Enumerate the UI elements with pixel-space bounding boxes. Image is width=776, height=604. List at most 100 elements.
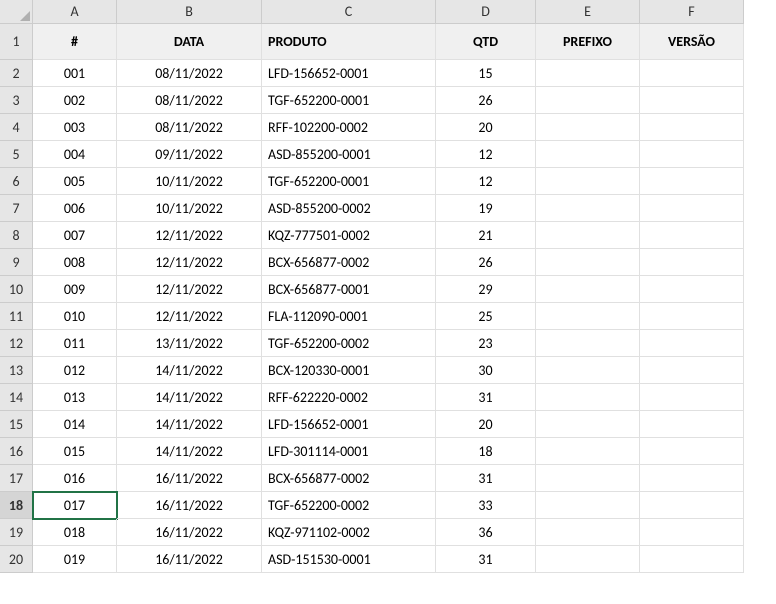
cell-E16[interactable] xyxy=(536,438,640,465)
cell-C14[interactable]: RFF-622220-0002 xyxy=(262,384,436,411)
cell-B3[interactable]: 08/11/2022 xyxy=(117,87,262,114)
cell-B7[interactable]: 10/11/2022 xyxy=(117,195,262,222)
cell-F10[interactable] xyxy=(640,276,744,303)
cell-C19[interactable]: KQZ-971102-0002 xyxy=(262,519,436,546)
cell-A9[interactable]: 008 xyxy=(33,249,117,276)
cell-F2[interactable] xyxy=(640,60,744,87)
cell-C7[interactable]: ASD-855200-0002 xyxy=(262,195,436,222)
row-header-9[interactable]: 9 xyxy=(0,249,33,276)
header-cell-E[interactable]: PREFIXO xyxy=(536,24,640,60)
cell-E15[interactable] xyxy=(536,411,640,438)
cell-C18[interactable]: TGF-652200-0002 xyxy=(262,492,436,519)
cell-D15[interactable]: 20 xyxy=(436,411,536,438)
cell-B13[interactable]: 14/11/2022 xyxy=(117,357,262,384)
cell-F15[interactable] xyxy=(640,411,744,438)
cell-C16[interactable]: LFD-301114-0001 xyxy=(262,438,436,465)
cell-D7[interactable]: 19 xyxy=(436,195,536,222)
row-header-16[interactable]: 16 xyxy=(0,438,33,465)
row-header-4[interactable]: 4 xyxy=(0,114,33,141)
header-cell-B[interactable]: DATA xyxy=(117,24,262,60)
cell-B9[interactable]: 12/11/2022 xyxy=(117,249,262,276)
cell-E19[interactable] xyxy=(536,519,640,546)
cell-C17[interactable]: BCX-656877-0002 xyxy=(262,465,436,492)
cell-E5[interactable] xyxy=(536,141,640,168)
cell-C11[interactable]: FLA-112090-0001 xyxy=(262,303,436,330)
cell-E14[interactable] xyxy=(536,384,640,411)
cell-B5[interactable]: 09/11/2022 xyxy=(117,141,262,168)
cell-F9[interactable] xyxy=(640,249,744,276)
cell-E3[interactable] xyxy=(536,87,640,114)
cell-E6[interactable] xyxy=(536,168,640,195)
cell-A15[interactable]: 014 xyxy=(33,411,117,438)
column-header-F[interactable]: F xyxy=(640,0,744,24)
cell-F11[interactable] xyxy=(640,303,744,330)
cell-E2[interactable] xyxy=(536,60,640,87)
cell-B17[interactable]: 16/11/2022 xyxy=(117,465,262,492)
cell-B2[interactable]: 08/11/2022 xyxy=(117,60,262,87)
cell-E17[interactable] xyxy=(536,465,640,492)
cell-A20[interactable]: 019 xyxy=(33,546,117,573)
cell-F4[interactable] xyxy=(640,114,744,141)
cell-D16[interactable]: 18 xyxy=(436,438,536,465)
cell-B20[interactable]: 16/11/2022 xyxy=(117,546,262,573)
cell-B19[interactable]: 16/11/2022 xyxy=(117,519,262,546)
cell-E7[interactable] xyxy=(536,195,640,222)
cell-E10[interactable] xyxy=(536,276,640,303)
cell-C10[interactable]: BCX-656877-0001 xyxy=(262,276,436,303)
cell-C12[interactable]: TGF-652200-0002 xyxy=(262,330,436,357)
cell-F8[interactable] xyxy=(640,222,744,249)
column-header-C[interactable]: C xyxy=(262,0,436,24)
cell-B10[interactable]: 12/11/2022 xyxy=(117,276,262,303)
cell-C2[interactable]: LFD-156652-0001 xyxy=(262,60,436,87)
cell-A18[interactable]: 017 xyxy=(33,492,117,519)
cell-D4[interactable]: 20 xyxy=(436,114,536,141)
cell-A7[interactable]: 006 xyxy=(33,195,117,222)
row-header-20[interactable]: 20 xyxy=(0,546,33,573)
cell-A12[interactable]: 011 xyxy=(33,330,117,357)
cell-C5[interactable]: ASD-855200-0001 xyxy=(262,141,436,168)
row-header-5[interactable]: 5 xyxy=(0,141,33,168)
select-all-corner[interactable] xyxy=(0,0,33,24)
row-header-12[interactable]: 12 xyxy=(0,330,33,357)
cell-C8[interactable]: KQZ-777501-0002 xyxy=(262,222,436,249)
cell-D14[interactable]: 31 xyxy=(436,384,536,411)
cell-D10[interactable]: 29 xyxy=(436,276,536,303)
cell-D6[interactable]: 12 xyxy=(436,168,536,195)
cell-F7[interactable] xyxy=(640,195,744,222)
cell-F16[interactable] xyxy=(640,438,744,465)
row-header-3[interactable]: 3 xyxy=(0,87,33,114)
row-header-18[interactable]: 18 xyxy=(0,492,33,519)
cell-D12[interactable]: 23 xyxy=(436,330,536,357)
cell-A4[interactable]: 003 xyxy=(33,114,117,141)
cell-F13[interactable] xyxy=(640,357,744,384)
cell-D18[interactable]: 33 xyxy=(436,492,536,519)
row-header-15[interactable]: 15 xyxy=(0,411,33,438)
cell-B15[interactable]: 14/11/2022 xyxy=(117,411,262,438)
cell-D11[interactable]: 25 xyxy=(436,303,536,330)
cell-E12[interactable] xyxy=(536,330,640,357)
cell-C4[interactable]: RFF-102200-0002 xyxy=(262,114,436,141)
row-header-8[interactable]: 8 xyxy=(0,222,33,249)
column-header-A[interactable]: A xyxy=(33,0,117,24)
cell-B18[interactable]: 16/11/2022 xyxy=(117,492,262,519)
row-header-19[interactable]: 19 xyxy=(0,519,33,546)
row-header-7[interactable]: 7 xyxy=(0,195,33,222)
cell-F12[interactable] xyxy=(640,330,744,357)
cell-F5[interactable] xyxy=(640,141,744,168)
cell-F17[interactable] xyxy=(640,465,744,492)
cell-F18[interactable] xyxy=(640,492,744,519)
cell-E11[interactable] xyxy=(536,303,640,330)
cell-D8[interactable]: 21 xyxy=(436,222,536,249)
cell-D19[interactable]: 36 xyxy=(436,519,536,546)
cell-B11[interactable]: 12/11/2022 xyxy=(117,303,262,330)
cell-C3[interactable]: TGF-652200-0001 xyxy=(262,87,436,114)
cell-B16[interactable]: 14/11/2022 xyxy=(117,438,262,465)
row-header-14[interactable]: 14 xyxy=(0,384,33,411)
cell-C6[interactable]: TGF-652200-0001 xyxy=(262,168,436,195)
cell-B6[interactable]: 10/11/2022 xyxy=(117,168,262,195)
cell-A3[interactable]: 002 xyxy=(33,87,117,114)
cell-D20[interactable]: 31 xyxy=(436,546,536,573)
cell-A13[interactable]: 012 xyxy=(33,357,117,384)
cell-C20[interactable]: ASD-151530-0001 xyxy=(262,546,436,573)
column-header-D[interactable]: D xyxy=(436,0,536,24)
